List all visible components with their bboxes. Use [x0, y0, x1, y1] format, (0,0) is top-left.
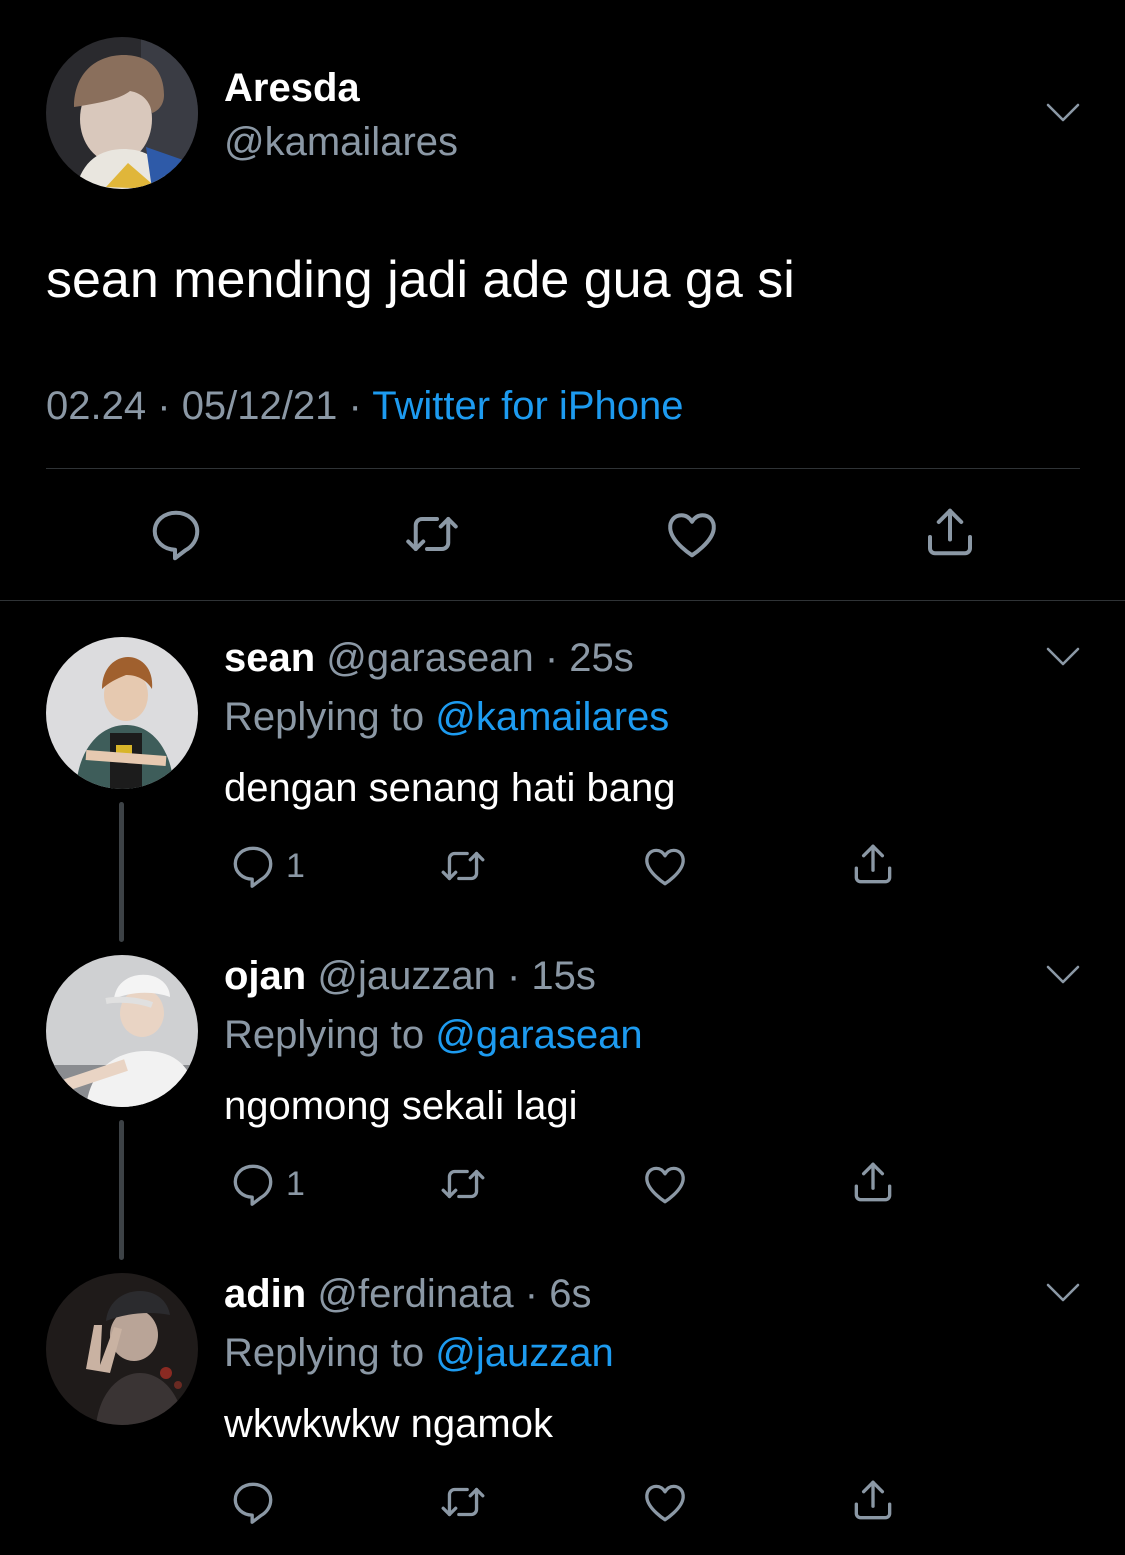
reply-age: 25s — [569, 636, 634, 680]
tweet-text: sean mending jadi ade gua ga si — [46, 251, 795, 309]
replying-to-label: Replying to — [224, 1013, 425, 1057]
share-icon[interactable] — [920, 502, 980, 562]
separator: · — [157, 384, 171, 428]
replying-to-mention[interactable]: @jauzzan — [435, 1331, 613, 1375]
replying-to-label: Replying to — [224, 1331, 425, 1375]
replying-to: Replying to @kamailares — [224, 691, 669, 743]
separator: · — [544, 636, 559, 680]
replying-to: Replying to @jauzzan — [224, 1327, 614, 1379]
reply-icon[interactable] — [228, 1159, 278, 1209]
avatar[interactable] — [46, 37, 198, 189]
reply-header: adin @ferdinata · 6s — [224, 1268, 591, 1320]
author-name[interactable]: Aresda — [224, 62, 360, 114]
retweet-icon[interactable] — [438, 1159, 488, 1209]
avatar[interactable] — [46, 637, 198, 789]
chevron-down-icon[interactable] — [1046, 1283, 1080, 1303]
tweet-time: 02.24 — [46, 384, 147, 428]
avatar[interactable] — [46, 1273, 198, 1425]
like-icon[interactable] — [640, 841, 690, 891]
replying-to: Replying to @garasean — [224, 1009, 643, 1061]
reply-icon[interactable] — [146, 504, 206, 564]
tweet-source-link[interactable]: Twitter for iPhone — [372, 384, 683, 428]
reply-text: ngomong sekali lagi — [224, 1084, 578, 1128]
reply-count: 1 — [286, 1165, 305, 1203]
reply-author-handle[interactable]: @jauzzan — [317, 954, 495, 998]
replying-to-label: Replying to — [224, 695, 425, 739]
separator: · — [524, 1272, 539, 1316]
reply-header: ojan @jauzzan · 15s — [224, 950, 596, 1002]
tweet-date: 05/12/21 — [181, 384, 338, 428]
share-icon[interactable] — [848, 839, 898, 889]
divider — [46, 468, 1080, 469]
reply-author-handle[interactable]: @ferdinata — [317, 1272, 513, 1316]
chevron-down-icon[interactable] — [1046, 103, 1080, 123]
like-icon[interactable] — [640, 1477, 690, 1527]
reply-text: wkwkwkw ngamok — [224, 1402, 553, 1446]
share-icon[interactable] — [848, 1157, 898, 1207]
retweet-icon[interactable] — [438, 1477, 488, 1527]
replying-to-mention[interactable]: @garasean — [435, 1013, 642, 1057]
reply-author-name[interactable]: adin — [224, 1272, 306, 1316]
reply-header: sean @garasean · 25s — [224, 632, 634, 684]
tweet-meta: 02.24 · 05/12/21 · Twitter for iPhone — [46, 380, 683, 432]
share-icon[interactable] — [848, 1475, 898, 1525]
retweet-icon[interactable] — [438, 841, 488, 891]
like-icon[interactable] — [662, 504, 722, 564]
chevron-down-icon[interactable] — [1046, 647, 1080, 667]
reply-count: 1 — [286, 847, 305, 885]
thread-line — [119, 802, 124, 942]
reply-age: 6s — [549, 1272, 592, 1316]
like-icon[interactable] — [640, 1159, 690, 1209]
reply-author-name[interactable]: sean — [224, 636, 315, 680]
reply-author-handle[interactable]: @garasean — [326, 636, 533, 680]
reply-author-name[interactable]: ojan — [224, 954, 306, 998]
reply-text: dengan senang hati bang — [224, 766, 676, 810]
separator: · — [506, 954, 521, 998]
reply-icon[interactable] — [228, 841, 278, 891]
avatar[interactable] — [46, 955, 198, 1107]
replying-to-mention[interactable]: @kamailares — [435, 695, 669, 739]
chevron-down-icon[interactable] — [1046, 965, 1080, 985]
thread-line — [119, 1120, 124, 1260]
reply-icon[interactable] — [228, 1477, 278, 1527]
divider — [0, 600, 1125, 601]
separator: · — [348, 384, 362, 428]
author-handle[interactable]: @kamailares — [224, 116, 458, 168]
retweet-icon[interactable] — [402, 504, 462, 564]
reply-age: 15s — [531, 954, 596, 998]
